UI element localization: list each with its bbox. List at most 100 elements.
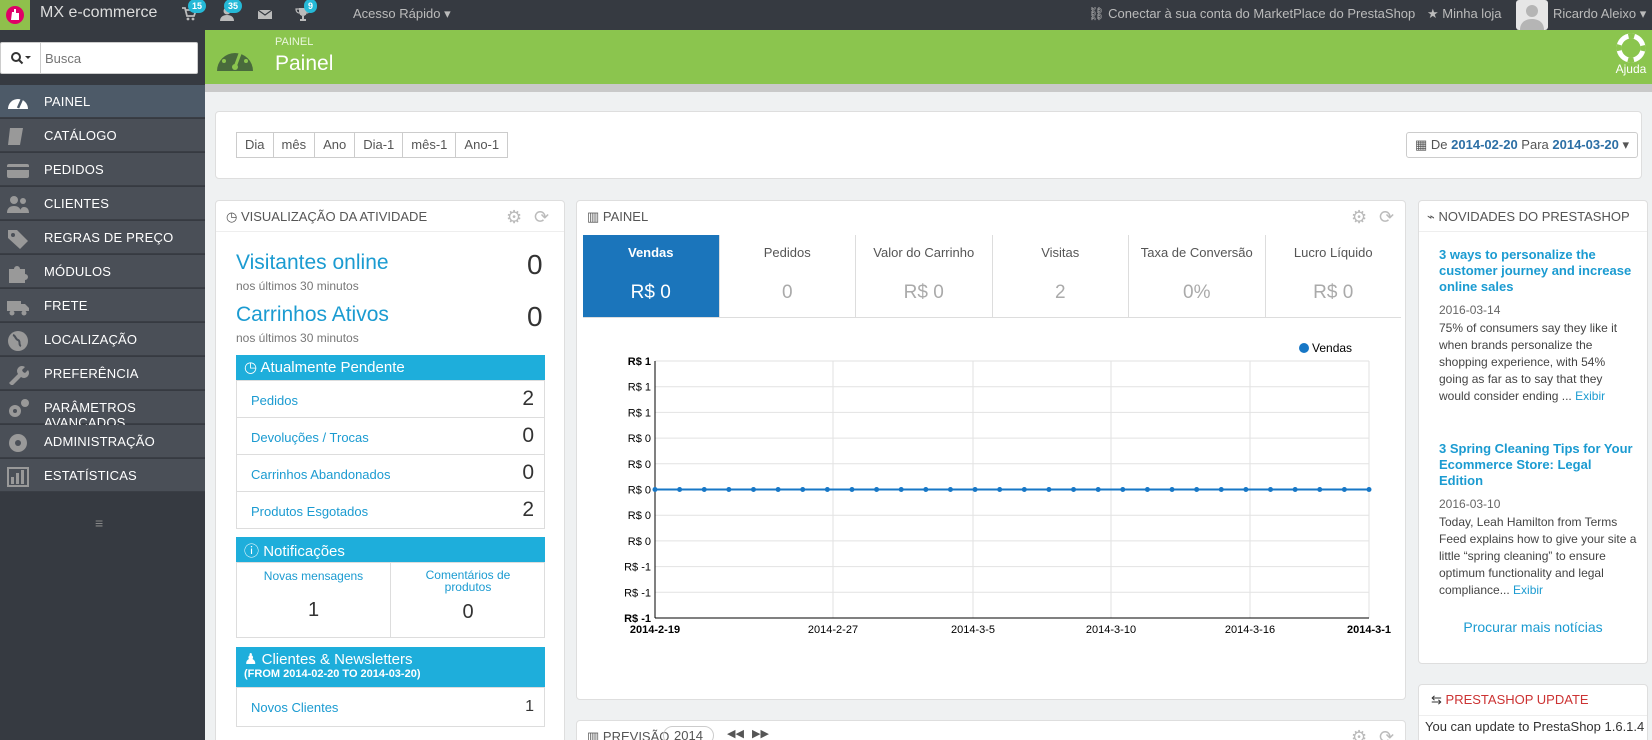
gear-icon[interactable]: ⚙ xyxy=(506,207,522,228)
news-item-more-link[interactable]: Exibir xyxy=(1513,583,1543,597)
data-point xyxy=(997,487,1003,492)
period-button-6[interactable]: Ano-1 xyxy=(455,132,509,158)
news-item-title[interactable]: 3 Spring Cleaning Tips for Your Ecommerc… xyxy=(1439,441,1637,489)
pending-label[interactable]: Produtos Esgotados xyxy=(251,504,368,519)
sidebar-item-4[interactable]: CLIENTES xyxy=(0,187,205,220)
marketplace-link[interactable]: ⛓ Conectar à sua conta do MarketPlace do… xyxy=(1088,0,1415,30)
more-news-link[interactable]: Procurar mais notícias xyxy=(1419,619,1647,635)
kpi-label: Visitas xyxy=(1041,245,1080,260)
gear-icon[interactable]: ⚙ xyxy=(1351,727,1367,740)
online-visitors-sub: nos últimos 30 minutos xyxy=(236,279,359,293)
quick-access-dropdown[interactable]: Acesso Rápido ▾ xyxy=(353,0,451,30)
next-year-icon[interactable]: ▶▶ xyxy=(752,727,769,740)
page-title: Painel xyxy=(275,52,334,75)
sidebar-item-10[interactable]: PARÂMETROS AVANÇADOS xyxy=(0,391,205,430)
news-title: NOVIDADES DO PRESTASHOP xyxy=(1438,209,1630,224)
y-tick-label: R$ 0 xyxy=(628,536,651,548)
y-tick-label: R$ 1 xyxy=(628,382,651,394)
clock-icon: ◷ xyxy=(244,359,258,376)
kpi-tab[interactable]: Vendas R$ 0 xyxy=(583,235,719,317)
user-name: Ricardo Aleixo xyxy=(1553,6,1637,21)
shop-name[interactable]: MX e-commerce xyxy=(40,0,157,30)
customer-icon[interactable]: 35 xyxy=(219,0,243,24)
x-tick-label: 2014-3-5 xyxy=(951,624,995,636)
sidebar-item-label: PEDIDOS xyxy=(44,162,104,177)
notifications-box: Novas mensagens 1 Comentários de produto… xyxy=(236,562,545,638)
gear-icon[interactable]: ⚙ xyxy=(1351,207,1367,228)
prestashop-logo-icon[interactable] xyxy=(0,0,30,30)
trophy-icon[interactable]: 9 xyxy=(295,0,318,24)
kpi-tab[interactable]: Lucro Líquido R$ 0 xyxy=(1264,235,1402,317)
search-type-dropdown[interactable] xyxy=(1,43,41,73)
sidebar-item-11[interactable]: ADMINISTRAÇÃO xyxy=(0,425,205,458)
gear-icon xyxy=(9,434,27,452)
sidebar-item-1[interactable]: PAINEL xyxy=(0,85,205,118)
sidebar-item-6[interactable]: MÓDULOS xyxy=(0,255,205,288)
new-messages-cell[interactable]: Novas mensagens 1 xyxy=(237,563,391,637)
forecast-panel: ▥ PREVISÃO 2014 ◀◀ ▶▶ ⚙ ⟳ xyxy=(576,720,1406,740)
data-point xyxy=(923,487,929,492)
cart-badge: 15 xyxy=(188,0,207,13)
legend-swatch xyxy=(1299,343,1309,353)
product-comments-cell[interactable]: Comentários de produtos 0 xyxy=(392,563,544,637)
help-button[interactable]: Ajuda xyxy=(1613,33,1649,76)
page-header: PAINEL Painel Ajuda xyxy=(205,30,1652,84)
kpi-tab[interactable]: Taxa de Conversão 0% xyxy=(1128,235,1265,317)
kpi-value: R$ 0 xyxy=(630,282,671,303)
collapse-menu-icon[interactable]: ≡ xyxy=(95,515,103,531)
refresh-icon[interactable]: ⟳ xyxy=(1379,727,1394,740)
pending-row: Devoluções / Trocas 0 xyxy=(236,417,545,455)
user-menu[interactable]: Ricardo Aleixo ▾ xyxy=(1553,0,1646,30)
period-button-2[interactable]: mês xyxy=(272,132,316,158)
kpi-tab[interactable]: Visitas 2 xyxy=(991,235,1129,317)
rss-icon: ⌁ xyxy=(1427,209,1435,224)
sidebar-item-7[interactable]: FRETE xyxy=(0,289,205,322)
breadcrumb[interactable]: PAINEL xyxy=(275,36,313,48)
sidebar-item-12[interactable]: ESTATÍSTICAS xyxy=(0,459,205,492)
data-point xyxy=(1194,487,1200,492)
refresh-icon: ⇆ xyxy=(1431,692,1442,707)
marketplace-label: Conectar à sua conta do MarketPlace do P… xyxy=(1108,6,1416,21)
envelope-icon[interactable] xyxy=(257,6,275,24)
sidebar-item-2[interactable]: CATÁLOGO xyxy=(0,119,205,152)
refresh-icon[interactable]: ⟳ xyxy=(534,207,549,228)
active-carts-label[interactable]: Carrinhos Ativos xyxy=(236,303,389,327)
data-point xyxy=(1120,487,1126,492)
bar-chart-icon xyxy=(7,467,29,487)
new-clients-label[interactable]: Novos Clientes xyxy=(251,700,338,715)
clients-date-range: (FROM 2014-02-20 TO 2014-03-20) xyxy=(244,668,421,680)
avatar[interactable] xyxy=(1516,0,1548,30)
news-item-more-link[interactable]: Exibir xyxy=(1575,389,1605,403)
sidebar-item-5[interactable]: REGRAS DE PREÇO xyxy=(0,221,205,254)
activity-header: ◷ VISUALIZAÇÃO DA ATIVIDADE xyxy=(226,209,427,225)
period-button-1[interactable]: Dia xyxy=(236,132,274,158)
refresh-icon[interactable]: ⟳ xyxy=(1379,207,1394,228)
kpi-tab[interactable]: Valor do Carrinho R$ 0 xyxy=(855,235,992,317)
kpi-tab[interactable]: Pedidos 0 xyxy=(718,235,856,317)
prev-year-icon[interactable]: ◀◀ xyxy=(727,727,744,740)
period-button-4[interactable]: Dia-1 xyxy=(354,132,404,158)
period-button-5[interactable]: mês-1 xyxy=(402,132,457,158)
pending-label[interactable]: Carrinhos Abandonados xyxy=(251,467,391,482)
x-tick-label: 2014-3-16 xyxy=(1225,624,1275,636)
sidebar-item-8[interactable]: LOCALIZAÇÃO xyxy=(0,323,205,356)
period-button-3[interactable]: Ano xyxy=(314,132,356,158)
cart-icon[interactable]: 15 xyxy=(181,0,207,24)
pending-label[interactable]: Pedidos xyxy=(251,393,298,408)
data-point xyxy=(750,487,756,492)
sidebar-item-3[interactable]: PEDIDOS xyxy=(0,153,205,186)
kpi-tabs: Vendas R$ 0 Pedidos 0 Valor do Carrinho R$ 0V… xyxy=(583,235,1401,317)
kpi-value: R$ 0 xyxy=(903,282,944,303)
dashboard-title: PAINEL xyxy=(602,209,649,224)
forecast-year-select[interactable]: 2014 xyxy=(663,726,714,740)
news-item-title[interactable]: 3 ways to personalize the customer journ… xyxy=(1439,247,1637,295)
legend-label: Vendas xyxy=(1312,341,1352,355)
my-store-link[interactable]: ★ Minha loja xyxy=(1427,0,1502,30)
search-input[interactable] xyxy=(45,45,193,71)
online-visitors-label[interactable]: Visitantes online xyxy=(236,251,389,275)
forecast-title: PREVISÃO xyxy=(602,729,670,740)
pending-label[interactable]: Devoluções / Trocas xyxy=(251,430,369,445)
x-tick-label: 2014-3-1 xyxy=(1347,624,1391,636)
sidebar-item-9[interactable]: PREFERÊNCIA xyxy=(0,357,205,390)
date-range-picker[interactable]: ▦ De 2014-02-20 Para 2014-03-20 ▾ xyxy=(1406,132,1639,158)
